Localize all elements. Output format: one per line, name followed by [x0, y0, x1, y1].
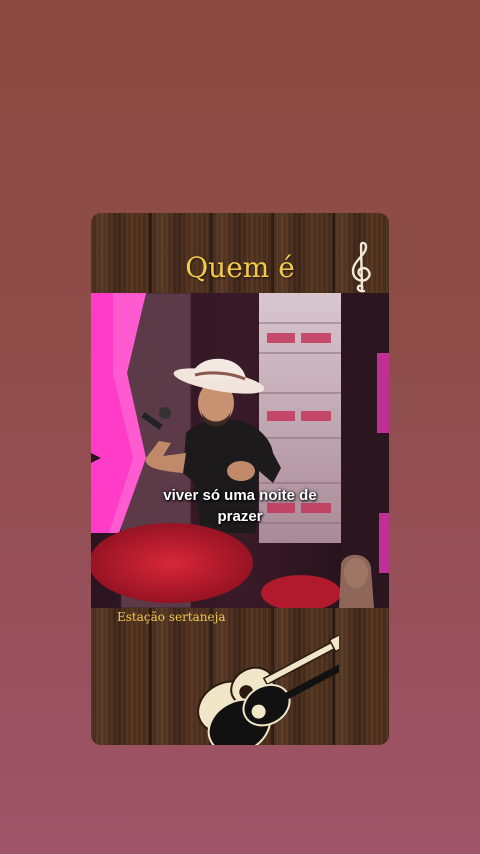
- lyrics-caption: viver só uma noite de prazer: [91, 485, 389, 527]
- lyrics-line-2: prazer: [217, 508, 263, 525]
- story-title: Quem é: [185, 251, 295, 284]
- lyrics-line-1: viver só uma noite de: [163, 487, 317, 504]
- video-frame[interactable]: [91, 293, 389, 608]
- guitars-icon: [197, 632, 339, 745]
- concert-image: [91, 293, 389, 608]
- treble-clef-icon: [351, 241, 371, 293]
- story-card[interactable]: Quem é viver só uma noite de prazer Esta…: [91, 213, 389, 745]
